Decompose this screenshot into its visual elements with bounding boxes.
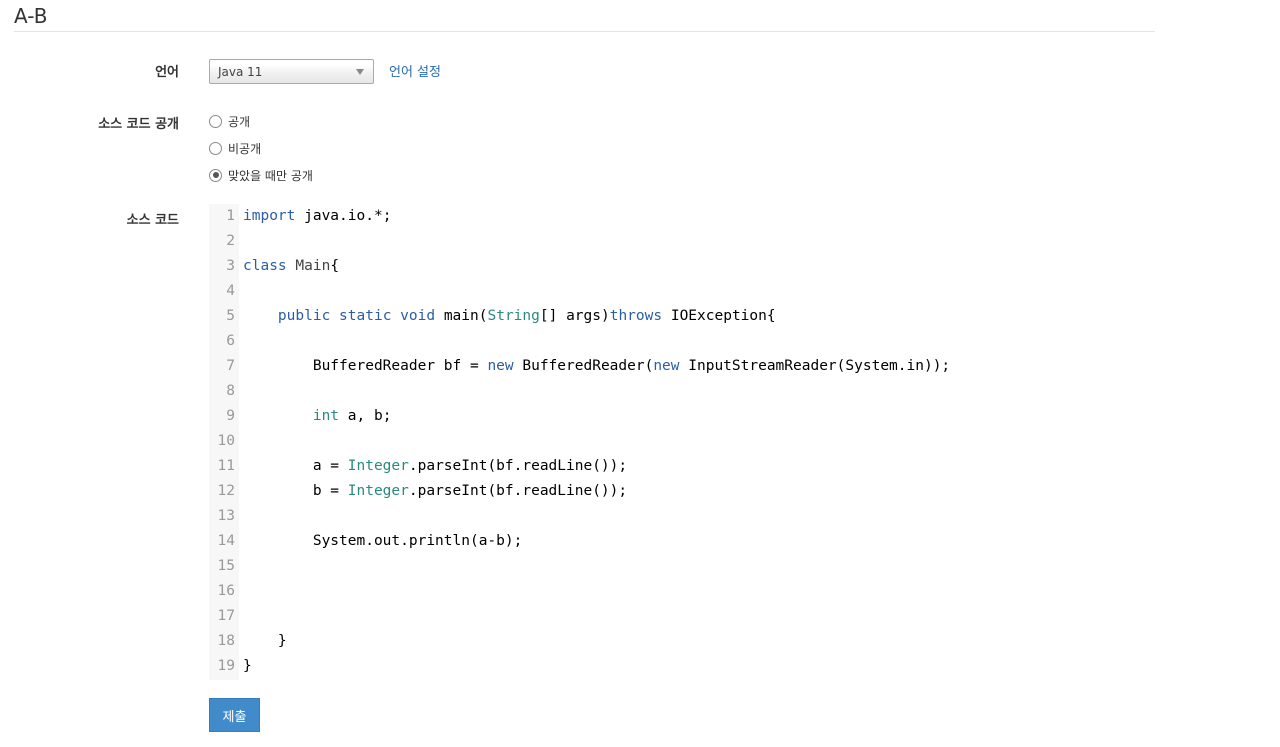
code-text: }: [243, 654, 252, 679]
line-number: 18: [217, 633, 235, 649]
code-token: .parseInt(bf.readLine());: [408, 483, 628, 499]
code-text: b = Integer.parseInt(bf.readLine());: [243, 479, 627, 504]
line-number: 11: [217, 458, 235, 474]
code-token: a, b;: [339, 408, 392, 424]
chevron-down-icon: [356, 69, 364, 75]
language-settings-link[interactable]: 언어 설정: [389, 61, 441, 80]
code-token: static: [339, 308, 392, 324]
code-token: Integer: [347, 483, 409, 499]
code-token: new: [487, 358, 514, 374]
radio-accepted-label: 맞았을 때만 공개: [228, 168, 313, 183]
code-text: System.out.println(a-b);: [243, 529, 523, 554]
code-text: import java.io.*;: [243, 204, 391, 229]
line-number: 5: [226, 308, 235, 324]
language-select[interactable]: Java 11: [209, 59, 374, 84]
radio-public-label: 공개: [228, 114, 251, 129]
code-token: {: [330, 258, 340, 274]
line-number: 19: [217, 658, 235, 674]
code-token: throws: [609, 308, 663, 324]
code-token: BufferedReader bf =: [243, 358, 488, 374]
visibility-option-public[interactable]: 공개: [209, 113, 250, 129]
line-number: 13: [217, 508, 235, 524]
code-token: java.io.*;: [295, 208, 392, 224]
code-token: public: [277, 308, 331, 324]
code-token: InputStreamReader(System.in));: [679, 358, 951, 374]
code-token: main(: [435, 308, 488, 324]
code-token: void: [400, 308, 436, 324]
visibility-option-accepted[interactable]: 맞았을 때만 공개: [209, 167, 313, 183]
line-number: 15: [217, 558, 235, 574]
code-editor[interactable]: 1 import java.io.*; 2 3 class Main{4 5 public…: [209, 204, 1255, 680]
source-code-label: 소스 코드: [126, 213, 179, 228]
title-divider: [14, 31, 1155, 32]
line-number: 3: [226, 258, 235, 274]
code-text: a = Integer.parseInt(bf.readLine());: [243, 454, 627, 479]
code-token: b =: [243, 483, 348, 499]
language-select-value: Java 11: [218, 65, 263, 79]
code-text: public static void main(String[] args)th…: [243, 304, 776, 329]
radio-public[interactable]: [209, 114, 222, 128]
code-text: BufferedReader bf = new BufferedReader(n…: [243, 354, 950, 379]
code-token: import: [243, 208, 296, 224]
line-number: 2: [226, 233, 235, 249]
code-token: BufferedReader(: [513, 358, 654, 374]
code-token: Integer: [347, 458, 409, 474]
visibility-option-private[interactable]: 비공개: [209, 140, 261, 156]
line-number: 7: [226, 358, 235, 374]
code-token: }: [243, 658, 252, 674]
line-number: 17: [217, 608, 235, 624]
line-number: 9: [226, 408, 235, 424]
radio-accepted[interactable]: [209, 168, 222, 182]
radio-private[interactable]: [209, 141, 222, 155]
line-number: 6: [226, 333, 235, 349]
line-number: 10: [217, 433, 235, 449]
line-number: 8: [226, 383, 235, 399]
code-text: int a, b;: [243, 404, 392, 429]
radio-private-label: 비공개: [228, 141, 262, 156]
line-number: 1: [226, 208, 235, 224]
code-token: IOException{: [662, 308, 776, 324]
code-token: .parseInt(bf.readLine());: [408, 458, 628, 474]
visibility-label: 소스 코드 공개: [98, 117, 179, 132]
code-text: class Main{: [243, 254, 339, 279]
submit-button[interactable]: 제출: [209, 698, 260, 732]
code-token: Main: [295, 258, 331, 274]
code-text: }: [243, 629, 287, 654]
page-title: A-B: [14, 4, 48, 28]
code-token: [] args): [539, 308, 610, 324]
code-token: new: [653, 358, 680, 374]
code-token: }: [243, 633, 287, 649]
code-token: int: [312, 408, 340, 424]
language-label: 언어: [155, 65, 179, 80]
code-token: String: [487, 308, 540, 324]
line-number: 4: [226, 283, 235, 299]
line-number: 12: [217, 483, 235, 499]
line-number: 16: [217, 583, 235, 599]
code-token: class: [243, 258, 287, 274]
line-number: 14: [217, 533, 235, 549]
code-token: a =: [243, 458, 348, 474]
code-token: System.out.println(a-b);: [243, 533, 523, 549]
